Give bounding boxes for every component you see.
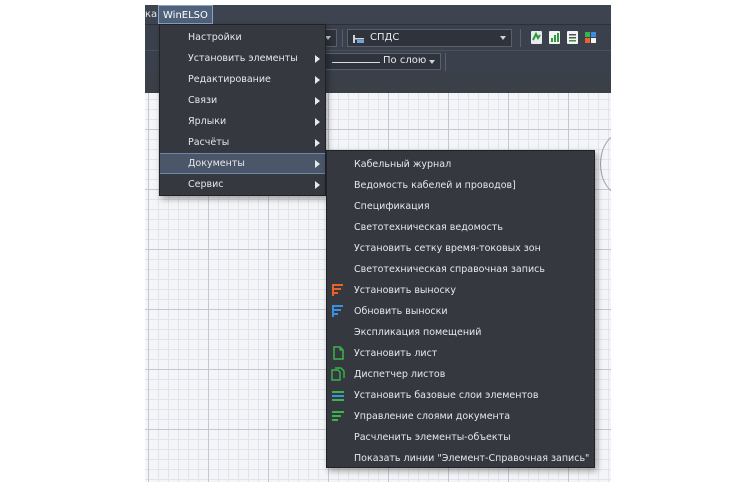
submenu-item-label: Расчленить элементы-объекты xyxy=(354,432,511,443)
chevron-right-icon xyxy=(315,97,320,105)
linetype-combo[interactable]: По слою xyxy=(325,53,441,70)
submenu-item-label: Светотехническая справочная запись xyxy=(354,264,545,275)
submenu-item-label: Показать линии "Элемент-Справочная запис… xyxy=(354,453,590,464)
menu-item-label: Настройки xyxy=(188,32,242,43)
style-combo[interactable]: СПДС xyxy=(347,29,512,47)
toolbar-separator xyxy=(445,53,446,71)
style-combo-value: СПДС xyxy=(370,32,400,43)
menu-item-редактирование[interactable]: Редактирование xyxy=(160,69,325,90)
document-chart-icon[interactable] xyxy=(548,30,561,45)
winelso-dropdown-menu: Настройки Установить элементы Редактирован… xyxy=(159,24,326,196)
linetype-combo-value: По слою xyxy=(383,55,427,66)
callout-orange-icon xyxy=(331,283,345,297)
submenu-item-ведомость-кабелей-и-проводов[interactable]: Ведомость кабелей и проводов] xyxy=(327,175,594,196)
menu-bar: ка WinELSO xyxy=(145,5,611,24)
documents-submenu: Кабельный журнал Ведомость кабелей и пров… xyxy=(326,150,595,468)
menu-item-расчёты[interactable]: Расчёты xyxy=(160,132,325,153)
submenu-item-установить-сетку-время-токовых-зон[interactable]: Установить сетку время-токовых зон xyxy=(327,238,594,259)
chevron-down-icon xyxy=(500,36,506,40)
linetype-preview xyxy=(332,62,380,63)
chevron-right-icon xyxy=(315,139,320,147)
submenu-item-кабельный-журнал[interactable]: Кабельный журнал xyxy=(327,154,594,175)
submenu-item-label: Управление слоями документа xyxy=(354,411,511,422)
menu-item-label: Расчёты xyxy=(188,137,230,148)
dimension-style-icon xyxy=(353,35,364,43)
chevron-right-icon xyxy=(315,76,320,84)
menu-item-label: Документы xyxy=(188,158,245,169)
submenu-item-диспетчер-листов[interactable]: Диспетчер листов xyxy=(327,364,594,385)
submenu-item-обновить-выноски[interactable]: Обновить выноски xyxy=(327,301,594,322)
drawing-circle-object xyxy=(600,133,611,195)
submenu-item-label: Экспликация помещений xyxy=(354,327,482,338)
submenu-item-label: Кабельный журнал xyxy=(354,159,452,170)
submenu-item-label: Диспетчер листов xyxy=(354,369,446,380)
submenu-item-label: Установить базовые слои элементов xyxy=(354,390,539,401)
menu-item-label: Установить элементы xyxy=(188,53,298,64)
submenu-item-установить-базовые-слои-элементов[interactable]: Установить базовые слои элементов xyxy=(327,385,594,406)
submenu-item-label: Обновить выноски xyxy=(354,306,448,317)
submenu-item-label: Установить лист xyxy=(354,348,438,359)
layers-base-icon xyxy=(331,388,345,402)
menu-item-winelso[interactable]: WinELSO xyxy=(158,5,213,24)
chevron-right-icon xyxy=(315,160,320,168)
submenu-item-label: Установить выноску xyxy=(354,285,457,296)
submenu-item-label: Светотехническая ведомость xyxy=(354,222,503,233)
chevron-right-icon xyxy=(315,55,320,63)
menu-item-установить-элементы[interactable]: Установить элементы xyxy=(160,48,325,69)
refresh-document-icon[interactable] xyxy=(530,30,543,45)
menu-item-ярлыки[interactable]: Ярлыки xyxy=(160,111,325,132)
menu-item-сервис[interactable]: Сервис xyxy=(160,174,325,195)
submenu-item-светотехническая-справочная-запись[interactable]: Светотехническая справочная запись xyxy=(327,259,594,280)
sheet-green-icon xyxy=(331,346,345,360)
submenu-item-светотехническая-ведомость[interactable]: Светотехническая ведомость xyxy=(327,217,594,238)
document-table-icon[interactable] xyxy=(566,30,579,45)
chevron-right-icon xyxy=(315,118,320,126)
toolbar-separator xyxy=(520,29,521,47)
layers-color-icon[interactable] xyxy=(584,30,597,45)
submenu-item-управление-слоями-документа[interactable]: Управление слоями документа xyxy=(327,406,594,427)
menu-item-label: Редактирование xyxy=(188,74,271,85)
menu-item-label: Связи xyxy=(188,95,218,106)
menu-item-label: Ярлыки xyxy=(188,116,227,127)
submenu-item-экспликация-помещений[interactable]: Экспликация помещений xyxy=(327,322,594,343)
submenu-item-показать-линии-элемент-справочная-запись[interactable]: Показать линии "Элемент-Справочная запис… xyxy=(327,448,594,469)
menu-item-настройки[interactable]: Настройки xyxy=(160,27,325,48)
submenu-item-label: Спецификация xyxy=(354,201,430,212)
submenu-item-label: Ведомость кабелей и проводов] xyxy=(354,180,516,191)
submenu-item-установить-лист[interactable]: Установить лист xyxy=(327,343,594,364)
sheets-manager-icon xyxy=(331,367,345,381)
submenu-item-установить-выноску[interactable]: Установить выноску xyxy=(327,280,594,301)
menu-item-документы[interactable]: Документы xyxy=(160,153,325,174)
menu-item-связи[interactable]: Связи xyxy=(160,90,325,111)
callout-blue-icon xyxy=(331,304,345,318)
submenu-item-расчленить-элементы-объекты[interactable]: Расчленить элементы-объекты xyxy=(327,427,594,448)
submenu-item-спецификация[interactable]: Спецификация xyxy=(327,196,594,217)
chevron-down-icon xyxy=(429,60,435,64)
layers-manage-icon xyxy=(331,409,345,423)
toolbar-separator xyxy=(342,29,343,47)
submenu-item-label: Установить сетку время-токовых зон xyxy=(354,243,541,254)
menu-item-label: Сервис xyxy=(188,179,224,190)
chevron-right-icon xyxy=(315,181,320,189)
menu-item-prev[interactable]: ка xyxy=(145,5,157,24)
